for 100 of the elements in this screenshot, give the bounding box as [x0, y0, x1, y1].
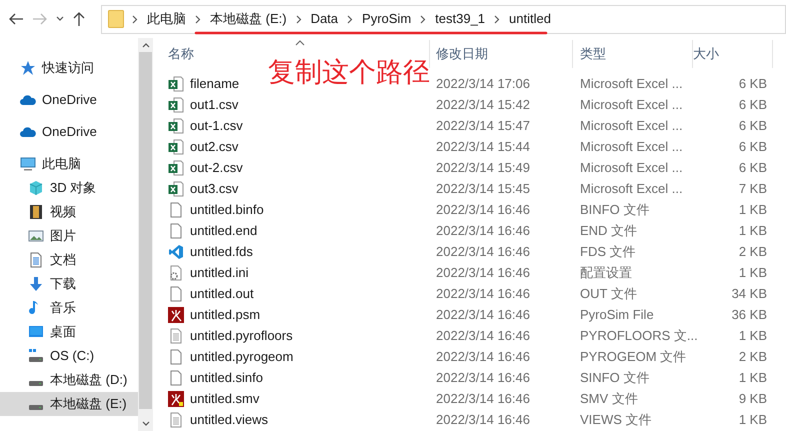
sidebar-item[interactable]: 音乐 [0, 296, 138, 320]
settings-file-icon [168, 264, 184, 280]
file-name[interactable]: untitled.fds [190, 242, 253, 262]
file-size: 2 KB [738, 348, 767, 366]
file-name[interactable]: out2.csv [190, 136, 238, 156]
breadcrumb[interactable]: untitled [509, 9, 551, 29]
file-name[interactable]: untitled.out [190, 284, 254, 304]
film-icon [28, 204, 44, 220]
file-type: Microsoft Excel ... [580, 180, 683, 196]
breadcrumb[interactable]: PyroSim [362, 9, 412, 29]
file-name[interactable]: untitled.ini [190, 262, 249, 282]
file-type: Microsoft Excel ... [580, 96, 683, 112]
file-type: VIEWS 文件 [580, 412, 652, 427]
column-header[interactable]: 类型 [573, 40, 693, 68]
file-size: 36 KB [732, 306, 767, 324]
sidebar-item[interactable]: 本地磁盘 (D:) [0, 368, 138, 392]
breadcrumb[interactable]: Data [310, 9, 338, 29]
chevron-right-icon[interactable] [347, 14, 354, 24]
file-size: 7 KB [738, 180, 767, 198]
file-name[interactable]: untitled.binfo [190, 200, 264, 220]
modified-date: 2022/3/14 16:46 [436, 306, 530, 322]
chevron-right-icon[interactable] [132, 14, 138, 24]
modified-date: 2022/3/14 16:46 [436, 370, 530, 385]
sidebar-item[interactable]: OneDrive [0, 120, 138, 144]
file-name[interactable]: out1.csv [190, 94, 238, 114]
file-size: 6 KB [738, 74, 767, 93]
sidebar-item[interactable]: OneDrive [0, 88, 138, 112]
modified-date: 2022/3/14 16:46 [436, 412, 530, 427]
file-size: 9 KB [738, 390, 767, 408]
breadcrumb[interactable]: 此电脑 [147, 9, 186, 29]
file-size: 1 KB [738, 264, 767, 282]
desktop-icon [28, 324, 44, 340]
modified-date: 2022/3/14 16:46 [436, 286, 530, 301]
file-name[interactable]: untitled.sinfo [190, 368, 263, 388]
file-type: Microsoft Excel ... [580, 118, 683, 133]
code-editor-icon [168, 244, 184, 260]
file-name[interactable]: untitled.end [190, 220, 258, 240]
file-type: BINFO 文件 [580, 202, 650, 217]
file-type: SINFO 文件 [580, 370, 650, 385]
file-type: SMV 文件 [580, 390, 638, 406]
chevron-right-icon[interactable] [195, 14, 201, 24]
down-arrow-icon [28, 276, 44, 292]
sidebar-item[interactable]: 下载 [0, 272, 138, 296]
file-name[interactable]: untitled.psm [190, 304, 260, 324]
sidebar-item[interactable]: 3D 对象 [0, 176, 138, 200]
sidebar-item[interactable]: 视频 [0, 200, 138, 224]
chevron-right-icon[interactable] [494, 14, 500, 24]
file-size: 6 KB [738, 158, 767, 177]
file-icon [168, 286, 184, 302]
file-size: 1 KB [738, 200, 767, 219]
file-name[interactable]: untitled.pyrogeom [190, 346, 294, 366]
file-name[interactable]: untitled.views [190, 410, 268, 430]
scrollbar-thumb[interactable] [139, 52, 152, 409]
sidebar-item[interactable]: 图片 [0, 224, 138, 248]
column-header[interactable]: 大小 [693, 40, 773, 68]
file-size: 2 KB [738, 242, 767, 261]
file-type: Microsoft Excel ... [580, 138, 683, 154]
file-name[interactable]: untitled.smv [190, 388, 260, 408]
modified-date: 2022/3/14 16:46 [436, 390, 530, 406]
modified-date: 2022/3/14 16:46 [436, 264, 530, 280]
document-icon [28, 252, 44, 268]
monitor-icon [20, 156, 36, 172]
sidebar-item[interactable]: 快速访问 [0, 56, 138, 80]
up-arrow-icon[interactable] [72, 11, 86, 27]
sidebar-item[interactable]: OS (C:) [0, 344, 138, 368]
cube-icon [28, 180, 44, 196]
file-name[interactable]: untitled.pyrofloors [190, 326, 293, 346]
sidebar-item[interactable]: 文档 [0, 248, 138, 272]
file-size: 6 KB [738, 138, 767, 156]
breadcrumb[interactable]: test39_1 [435, 9, 486, 29]
file-size: 1 KB [738, 368, 767, 387]
file-size: 34 KB [732, 284, 767, 303]
file-icon [168, 370, 184, 386]
spreadsheet-icon [168, 138, 184, 154]
scrollbar[interactable] [138, 38, 153, 431]
chevron-right-icon[interactable] [296, 14, 302, 24]
file-name[interactable]: out-1.csv [190, 116, 243, 136]
sidebar-item[interactable]: 此电脑 [0, 152, 138, 176]
back-arrow-icon[interactable] [8, 12, 24, 26]
file-icon [168, 348, 184, 364]
text-file-icon [168, 328, 184, 344]
drive-icon [28, 348, 44, 364]
file-name[interactable]: out-2.csv [190, 158, 243, 178]
file-name[interactable]: out3.csv [190, 178, 238, 198]
modified-date: 2022/3/14 16:46 [436, 328, 530, 343]
picture-frame-icon [28, 228, 44, 244]
chevron-down-icon[interactable] [56, 16, 64, 22]
column-header[interactable]: 修改日期 [430, 40, 573, 68]
file-type: OUT 文件 [580, 286, 637, 301]
folder-icon [108, 9, 124, 29]
file-size: 1 KB [738, 326, 767, 345]
address-bar[interactable]: 此电脑 本地磁盘 (E:) Data PyroSim test39_1 untitled [101, 4, 786, 34]
sidebar-item[interactable]: 本地磁盘 (E:) [0, 392, 138, 416]
flame-logo-icon [168, 306, 184, 322]
file-size: 6 KB [738, 116, 767, 135]
breadcrumb[interactable]: 本地磁盘 (E:) [210, 9, 287, 29]
file-name[interactable]: filename [190, 74, 240, 94]
flame-logo-icon [168, 390, 184, 406]
chevron-right-icon[interactable] [420, 14, 426, 24]
sidebar-item[interactable]: 桌面 [0, 320, 138, 344]
